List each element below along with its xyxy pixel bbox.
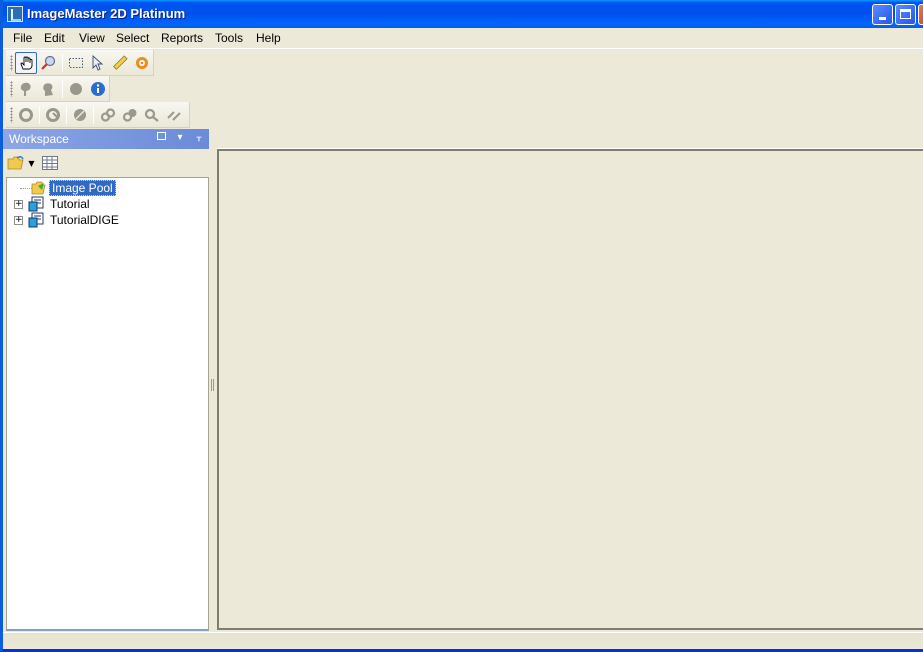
menu-bar: File Edit View Select Reports Tools Help (3, 28, 923, 49)
ruler-tool-button[interactable] (109, 52, 131, 74)
toolbar-grip[interactable] (10, 81, 13, 97)
info-button[interactable] (87, 78, 109, 100)
workspace-panel: Workspace ▾ ᚁ ▼ Image Pool + Tutorial + … (3, 129, 209, 631)
splitter-grip-icon (211, 379, 214, 391)
toolbar-matching (6, 102, 190, 128)
tree-node-label: Image Pool (49, 180, 116, 196)
expand-tutorial-toggle[interactable]: + (14, 200, 23, 209)
workspace-header[interactable]: Workspace ▾ ᚁ (3, 129, 209, 149)
ring-tool-button[interactable] (15, 104, 37, 126)
restore-icon (156, 132, 166, 140)
image-pool-folder-icon (31, 181, 46, 195)
menu-reports[interactable]: Reports (160, 31, 204, 45)
project-icon (28, 212, 44, 228)
link-add-icon (122, 109, 137, 122)
project-icon (28, 196, 44, 212)
table-icon (42, 156, 58, 170)
pin-icon: ᚁ (196, 132, 202, 143)
expand-tutorialdige-toggle[interactable]: + (14, 216, 23, 225)
chevron-down-icon: ▾ (177, 132, 183, 143)
document-area (217, 149, 923, 630)
folder-open-icon (8, 155, 25, 170)
toolbar-separator (93, 106, 94, 124)
menu-edit[interactable]: Edit (43, 31, 66, 45)
spot-icon (20, 82, 31, 96)
hand-tool-button[interactable] (15, 52, 37, 74)
table-view-button[interactable] (39, 152, 61, 174)
minimize-icon (879, 17, 886, 20)
toolbar-separator (62, 80, 63, 98)
menu-view[interactable]: View (78, 31, 106, 45)
application-window: ImageMaster 2D Platinum ✕ File Edit View… (0, 0, 923, 652)
circle-icon (70, 83, 82, 95)
menu-help[interactable]: Help (255, 31, 282, 45)
chevron-down-icon: ▼ (28, 158, 35, 168)
maximize-icon (900, 9, 911, 19)
workspace-title: Workspace (9, 132, 69, 146)
link-search-icon (144, 108, 159, 122)
link-button[interactable] (97, 104, 119, 126)
close-button[interactable]: ✕ (918, 4, 923, 25)
workspace-tree: Image Pool + Tutorial + TutorialDIGE (6, 177, 209, 631)
spot-multi-button[interactable] (37, 78, 59, 100)
toolbar-grip[interactable] (10, 107, 13, 123)
panel-dropdown-button[interactable]: ▾ (173, 131, 187, 145)
marquee-icon (69, 58, 83, 68)
menu-file[interactable]: File (12, 31, 33, 45)
open-folder-dropdown-button[interactable]: ▼ (7, 152, 35, 174)
status-bar (3, 632, 923, 649)
spot-group-icon (43, 83, 53, 96)
tree-node-image-pool[interactable]: Image Pool (31, 180, 116, 196)
maximize-button[interactable] (895, 4, 916, 25)
unlink-button[interactable] (163, 104, 185, 126)
pointer-tool-button[interactable] (87, 52, 109, 74)
target-tool-button[interactable] (131, 52, 153, 74)
toolbar-grip[interactable] (10, 55, 13, 71)
menu-select[interactable]: Select (115, 31, 150, 45)
rectangle-select-button[interactable] (65, 52, 87, 74)
pin-panel-button[interactable]: ᚁ (192, 131, 206, 145)
title-bar[interactable]: ImageMaster 2D Platinum ✕ (3, 0, 923, 28)
ring-icon (19, 108, 33, 122)
tree-node-tutorialdige[interactable]: TutorialDIGE (28, 212, 121, 228)
magnifier-icon (41, 55, 56, 70)
minimize-button[interactable] (872, 4, 893, 25)
link-search-button[interactable] (141, 104, 163, 126)
slash-ring-button[interactable] (69, 104, 91, 126)
restore-panel-button[interactable] (154, 131, 168, 145)
toolbar-separator (39, 106, 40, 124)
info-icon (91, 82, 105, 96)
ruler-icon (113, 55, 128, 70)
circle-tool-button[interactable] (65, 78, 87, 100)
toolbar-separator (66, 106, 67, 124)
tree-node-tutorial[interactable]: Tutorial (28, 196, 92, 212)
pointer-icon (92, 55, 104, 71)
target-icon (136, 57, 148, 69)
app-icon (7, 6, 23, 22)
menu-tools[interactable]: Tools (214, 31, 244, 45)
panel-splitter[interactable] (209, 129, 217, 631)
refresh-ring-button[interactable] (42, 104, 64, 126)
workspace-toolbar: ▼ (3, 149, 209, 177)
hand-icon (20, 56, 33, 70)
zoom-tool-button[interactable] (37, 52, 59, 74)
document-tab-strip (217, 129, 923, 149)
tree-node-label: Tutorial (50, 197, 90, 211)
ring-refresh-icon (46, 108, 60, 122)
ring-slash-icon (74, 109, 86, 121)
toolbar-separator (62, 54, 63, 72)
window-title: ImageMaster 2D Platinum (27, 6, 186, 21)
toolbar-spots (6, 76, 110, 102)
tree-node-label: TutorialDIGE (50, 213, 119, 227)
spot-tool-button[interactable] (15, 78, 37, 100)
toolbar-navigation (6, 50, 154, 76)
link-icon (100, 108, 116, 122)
link-add-button[interactable] (119, 104, 141, 126)
unlink-icon (167, 111, 181, 121)
